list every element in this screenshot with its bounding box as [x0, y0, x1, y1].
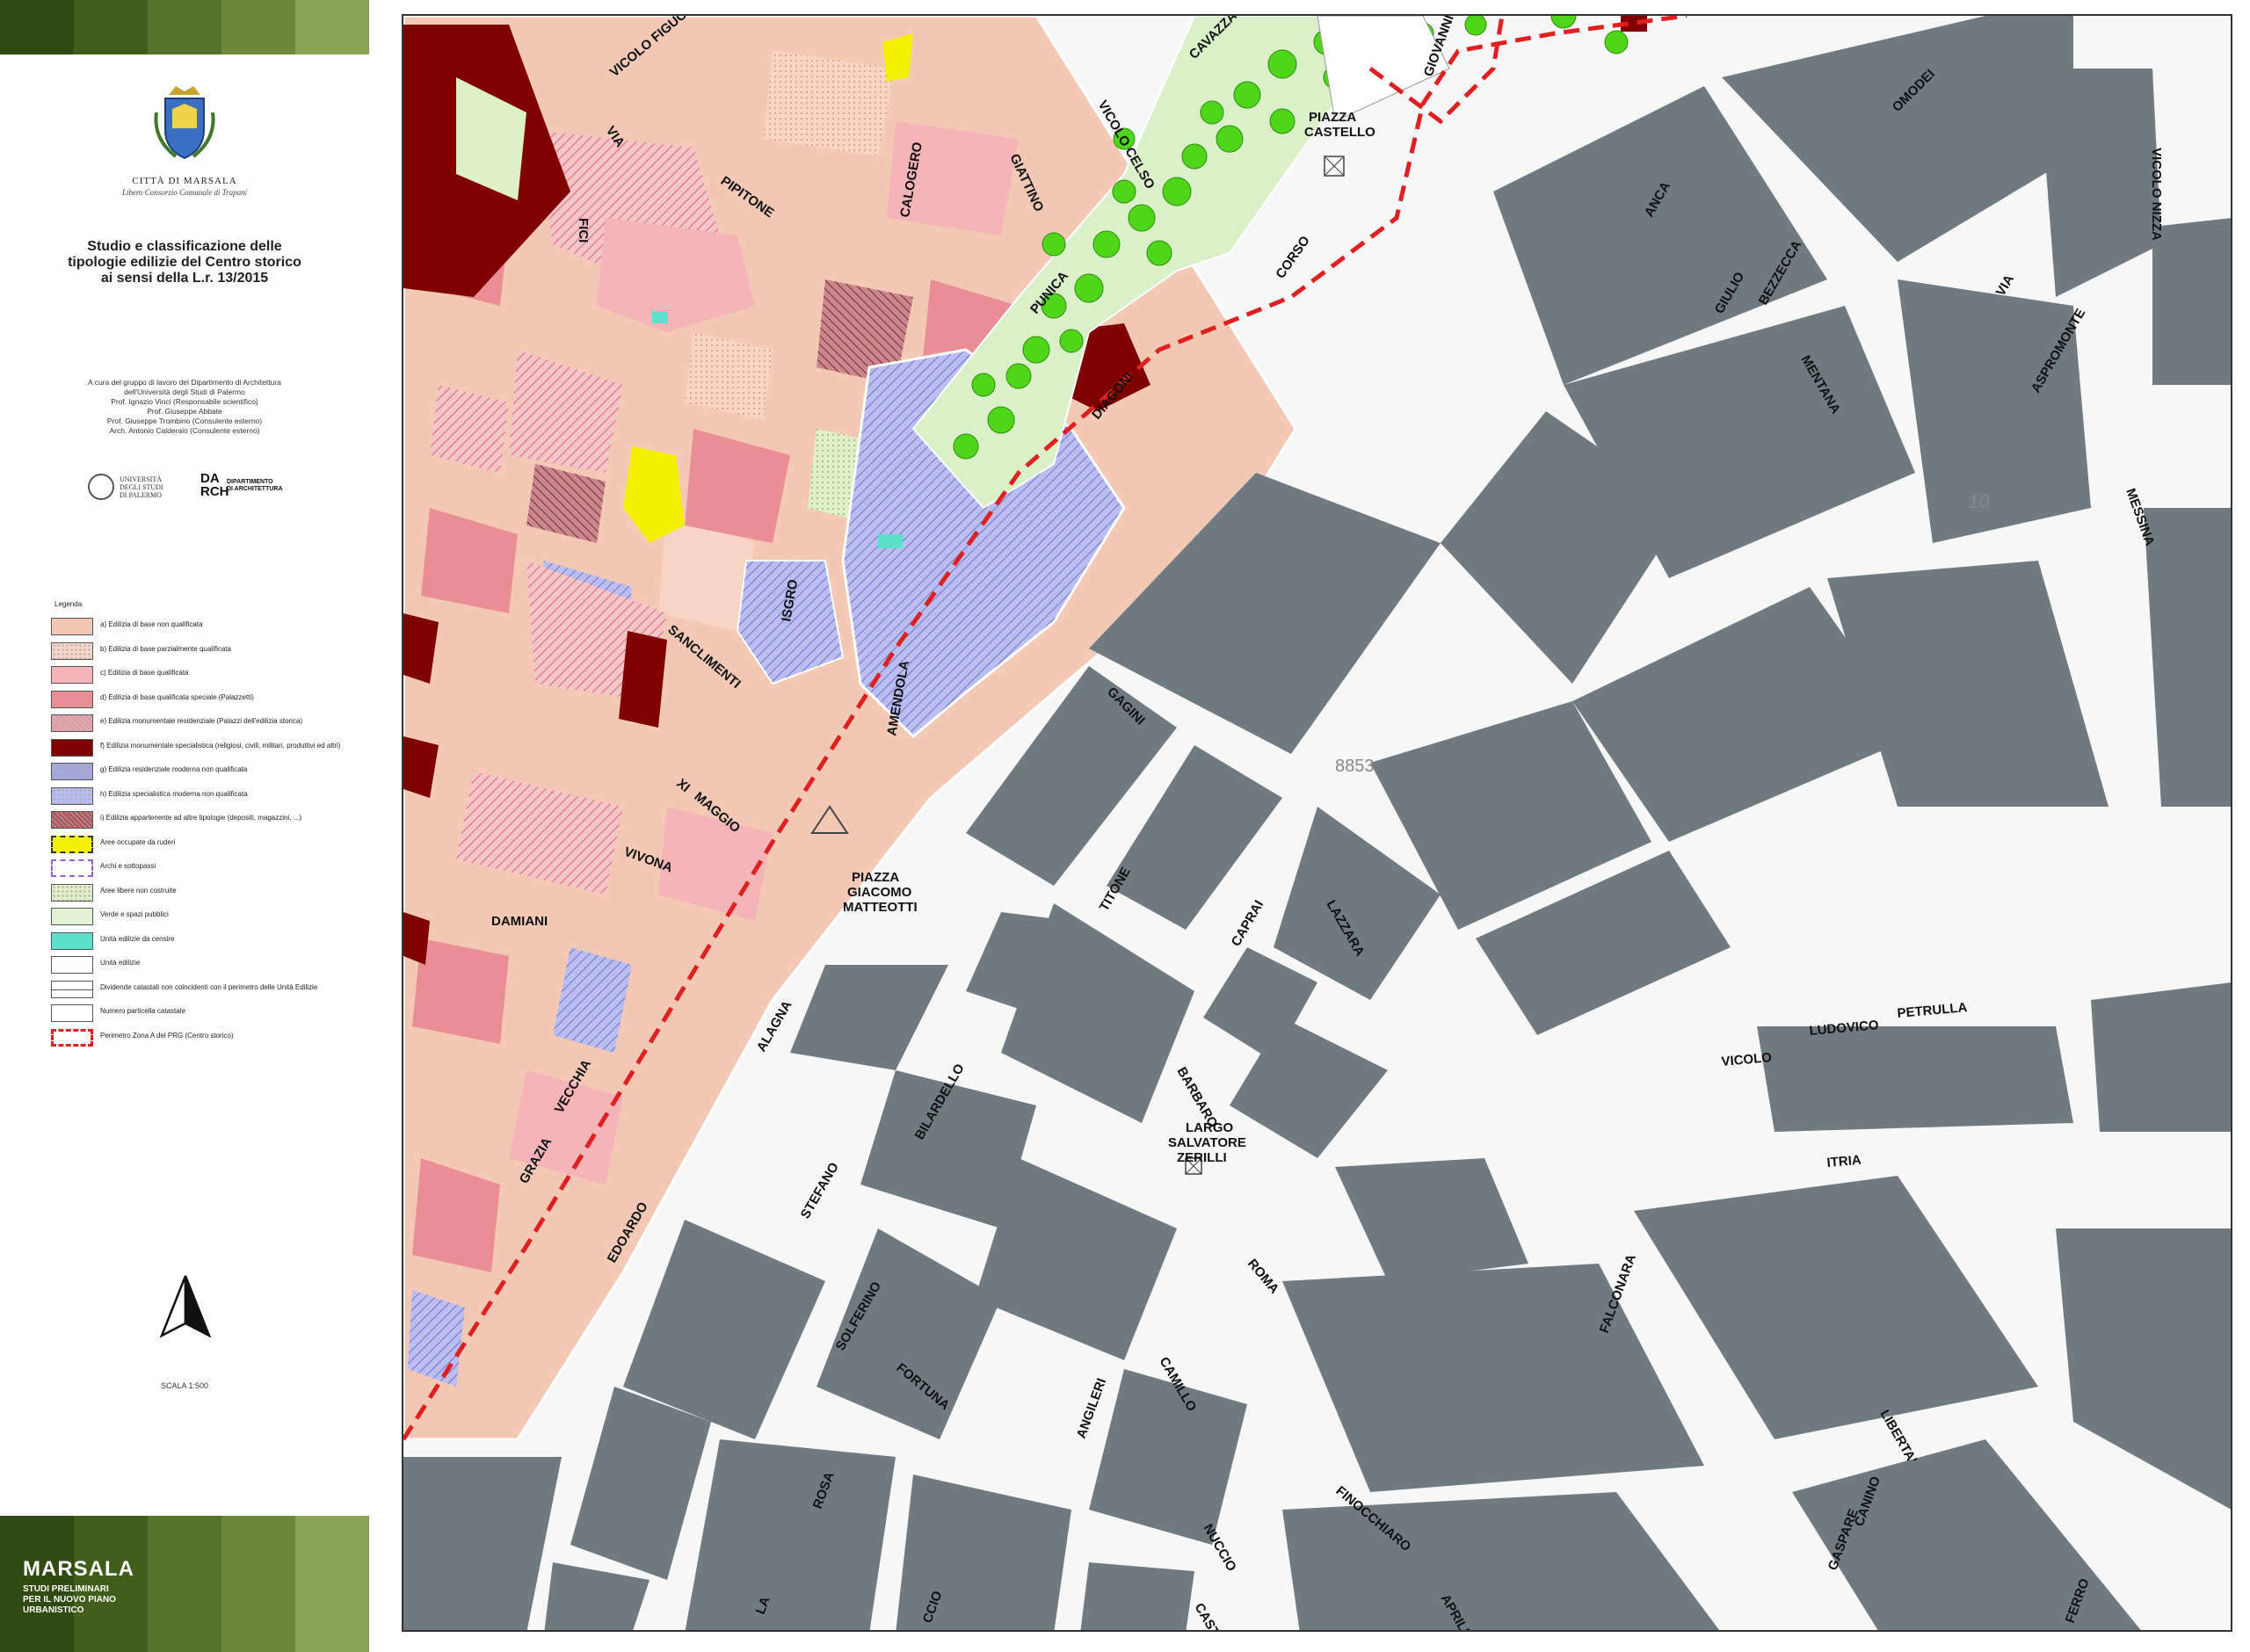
legend-swatch	[51, 835, 93, 853]
legend-item: Archi e sottopassi	[51, 855, 350, 880]
legend-swatch	[51, 641, 93, 660]
legend-item: Aree occupate da ruderi	[51, 831, 350, 856]
color-stripe	[148, 0, 221, 54]
legend-item: h) Edilizia specialistica moderna non qu…	[51, 783, 350, 808]
street-label: LARGO	[1186, 1120, 1233, 1135]
legend-item: Numero particella catastale	[51, 1000, 350, 1025]
legend-item: g) Edilizia residenziale moderna non qua…	[51, 758, 350, 783]
city-crest-icon	[154, 86, 215, 160]
legend-item: a) Edilizia di base non qualificata	[51, 613, 350, 638]
legend-swatch	[51, 956, 93, 974]
uncensused-unit	[652, 311, 668, 323]
street-label: FICI	[576, 218, 591, 243]
department-logo: DA RCH	[200, 471, 229, 499]
color-stripe	[295, 0, 369, 54]
color-stripe	[221, 1516, 295, 1652]
city-subtitle: Libero Consorzio Comunale di Trapani	[121, 188, 248, 197]
legend-label: Unità edilizie da censire	[100, 934, 175, 943]
legend-swatch	[51, 883, 93, 902]
legend-item: d) Edilizia di base qualificata speciale…	[51, 686, 350, 711]
brand-title: MARSALA	[23, 1557, 134, 1581]
department-name: DIPARTIMENTO DI ARCHITETTURA	[227, 479, 283, 492]
legend-title: Legenda	[54, 600, 83, 608]
parcel-number: 8853	[1335, 757, 1375, 776]
street-label: MATTEOTTI	[843, 900, 918, 915]
legend-item: Aree libere non costruite	[51, 880, 350, 904]
legend-label: Archi e sottopassi	[100, 862, 156, 870]
legend-swatch	[51, 666, 93, 684]
legend-item: Verde e spazi pubblici	[51, 903, 350, 928]
city-name: CITTÀ DI MARSALA	[132, 176, 237, 186]
legend-label: a) Edilizia di base non qualificata	[100, 620, 203, 628]
legend-swatch	[51, 811, 93, 829]
street-label: VICOLO NIZZA	[2149, 148, 2164, 241]
legend-label: Numero particella catastale	[100, 1007, 185, 1015]
legend-label: Unità edilizie	[100, 959, 141, 967]
sidebar: CITTÀ DI MARSALA Libero Consorzio Comuna…	[0, 0, 369, 1652]
map-frame: VICOLO FIGUCCIA VIA FICI PIPITONE CALOGE…	[402, 14, 2232, 1632]
scale-label: SCALA 1:500	[160, 1381, 209, 1390]
street-label: CASTELLO	[1304, 125, 1375, 140]
brand-subtitle: STUDI PRELIMINARI PER IL NUOVO PIANO URB…	[23, 1584, 116, 1615]
color-stripe	[295, 1516, 369, 1652]
top-color-band	[0, 0, 369, 54]
legend-label: i) Edilizia appartenente ad altre tipolo…	[100, 814, 302, 822]
legend-item: e) Edilizia monumentale residenziale (Pa…	[51, 710, 350, 735]
university-name: UNIVERSITÀ DEGLI STUDI DI PALERMO	[120, 475, 163, 499]
street-label: ITRIA	[1826, 1153, 1862, 1170]
legend-swatch	[51, 859, 93, 877]
color-stripe	[221, 0, 295, 54]
color-stripe	[148, 1516, 221, 1652]
legend-label: Verde e spazi pubblici	[100, 910, 169, 918]
uncensused-unit	[878, 534, 903, 548]
legend-item: i) Edilizia appartenente ad altre tipolo…	[51, 807, 350, 831]
color-stripe	[0, 0, 74, 54]
legend-label: Aree occupate da ruderi	[100, 837, 176, 846]
legend: a) Edilizia di base non qualificata b) Ed…	[51, 613, 350, 1048]
legend-swatch	[51, 786, 93, 805]
legend-label: e) Edilizia monumentale residenziale (Pa…	[100, 717, 303, 725]
legend-swatch	[51, 980, 93, 998]
street-label: DAMIANI	[491, 914, 548, 929]
credits-text: A cura del gruppo di lavoro del Dipartim…	[88, 378, 281, 435]
legend-item: c) Edilizia di base qualificata	[51, 662, 350, 686]
street-label: PIAZZA	[852, 870, 899, 885]
legend-swatch	[51, 931, 93, 950]
legend-label: b) Edilizia di base parzialmente qualifi…	[100, 644, 231, 653]
legend-swatch	[51, 690, 93, 708]
legend-swatch	[51, 1028, 93, 1047]
legend-swatch	[51, 618, 93, 635]
legend-item: Perimetro Zona A del PRG (Centro storico…	[51, 1025, 350, 1049]
institution-logos: UNIVERSITÀ DEGLI STUDI DI PALERMO DA RCH…	[88, 470, 299, 507]
legend-label: g) Edilizia residenziale moderna non qua…	[100, 765, 248, 773]
legend-item: f) Edilizia monumentale specialistica (r…	[51, 735, 350, 759]
legend-item: b) Edilizia di base parzialmente qualifi…	[51, 638, 350, 663]
parcel-number: 10	[1968, 490, 1990, 512]
legend-label: c) Edilizia di base qualificata	[100, 669, 189, 677]
legend-swatch	[51, 1004, 93, 1022]
legend-label: h) Edilizia specialistica moderna non qu…	[100, 789, 248, 798]
legend-label: Aree libere non costruite	[100, 886, 177, 895]
legend-swatch	[51, 908, 93, 925]
university-seal-icon	[88, 474, 114, 500]
street-label: PIAZZA	[1309, 110, 1356, 125]
legend-item: Unità edilizie	[51, 952, 350, 976]
urban-map: VICOLO FIGUCCIA VIA FICI PIPITONE CALOGE…	[403, 16, 2231, 1630]
street-label: ZERILLI	[1177, 1150, 1227, 1165]
legend-label: Perimetro Zona A del PRG (Centro storico…	[100, 1031, 234, 1040]
color-stripe	[74, 0, 148, 54]
street-label: SALVATORE	[1168, 1135, 1246, 1150]
legend-swatch	[51, 714, 93, 732]
legend-label: d) Edilizia di base qualificata speciale…	[100, 692, 254, 701]
document-title: Studio e classificazione delle tipologie…	[68, 239, 301, 286]
legend-item: Unità edilizie da censire	[51, 928, 350, 953]
legend-swatch	[51, 763, 93, 780]
legend-label: f) Edilizia monumentale specialistica (r…	[100, 741, 341, 750]
legend-swatch	[51, 738, 93, 757]
legend-label: Dividende catastali non coincidenti con …	[100, 982, 318, 991]
street-label: GIACOMO	[847, 885, 912, 900]
legend-item: Dividende catastali non coincidenti con …	[51, 976, 350, 1001]
north-arrow-icon	[159, 1275, 212, 1338]
